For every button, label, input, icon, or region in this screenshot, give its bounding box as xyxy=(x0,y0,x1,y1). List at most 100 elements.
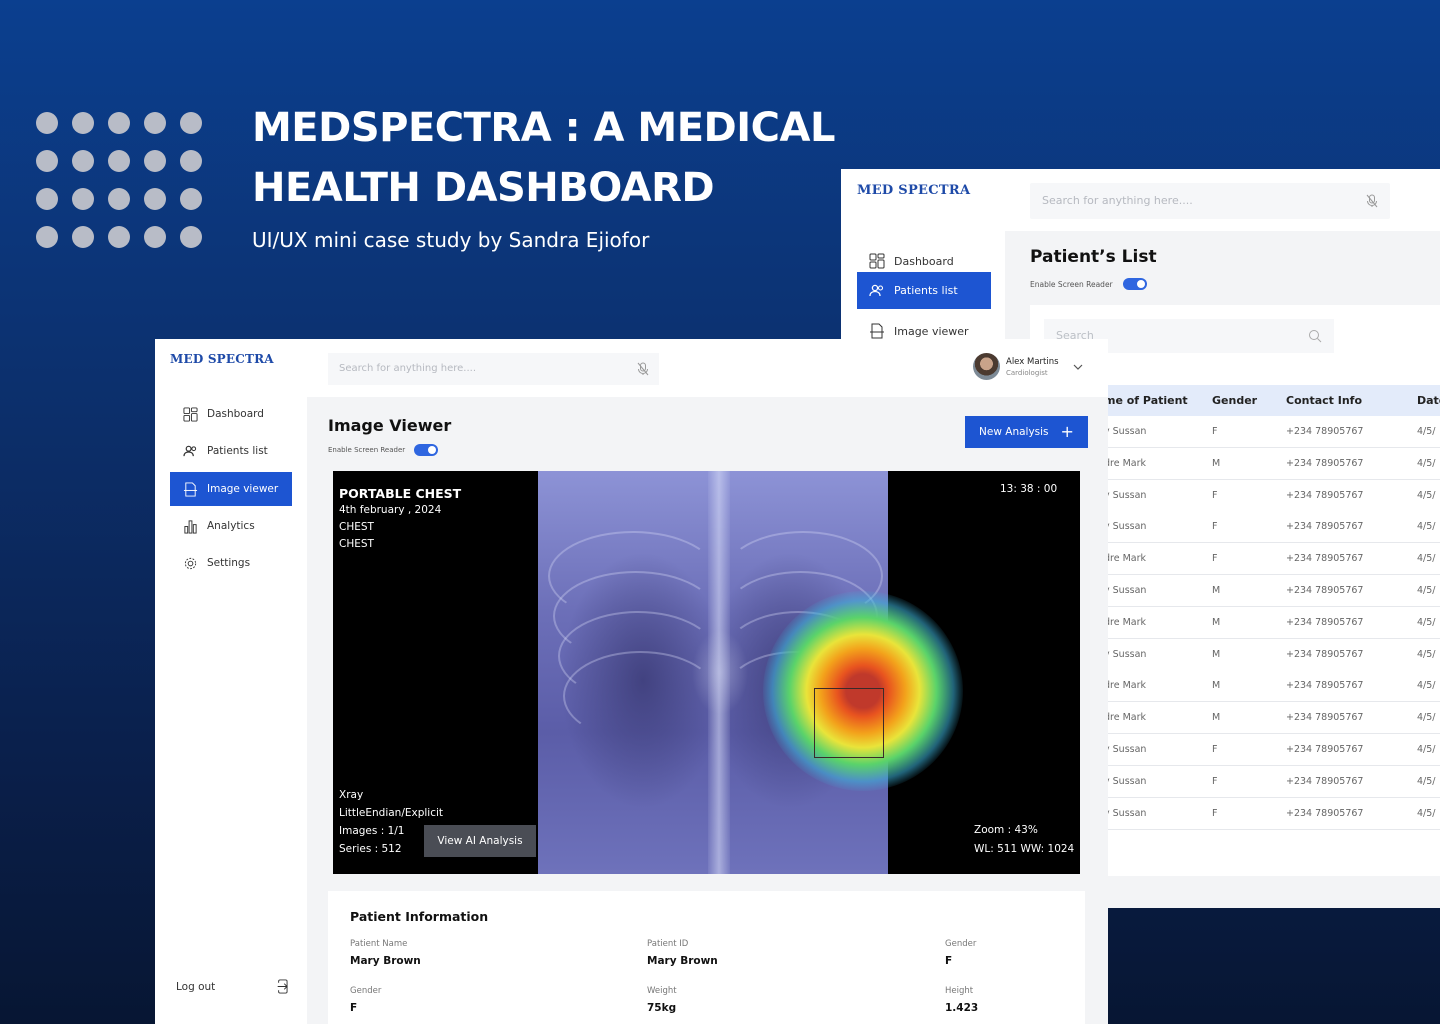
mic-off-icon[interactable] xyxy=(637,362,649,376)
gear-icon xyxy=(182,555,198,571)
image-doc-icon xyxy=(869,323,885,339)
table-cell: y Sussan xyxy=(1104,744,1147,755)
table-cell: 4/5/ xyxy=(1417,457,1436,469)
table-cell: +234 78905767 xyxy=(1286,553,1364,565)
table-cell: +234 78905767 xyxy=(1286,521,1364,533)
table-cell: M xyxy=(1212,680,1221,692)
table-cell: 4/5/ xyxy=(1417,521,1436,533)
table-cell: 4/5/ xyxy=(1417,807,1436,819)
body-part-line1: CHEST xyxy=(339,521,374,533)
sidebar-item-label: Image viewer xyxy=(894,324,969,338)
column-header: Contact Info xyxy=(1286,394,1363,407)
field-gender: Gender F xyxy=(945,939,976,967)
search-placeholder: Search for anything here.... xyxy=(1042,194,1193,207)
window-level: WL: 511 WW: 1024 xyxy=(974,843,1075,855)
hero-title-line1: MEDSPECTRA : A MEDICAL xyxy=(252,105,835,151)
screen-reader-toggle-row: Enable Screen Reader xyxy=(328,444,439,456)
sidebar-item-label: Settings xyxy=(207,557,251,569)
field-label: Gender xyxy=(350,986,382,996)
table-cell: y Sussan xyxy=(1104,775,1147,787)
table-cell: y Sussan xyxy=(1104,585,1147,596)
users-icon xyxy=(182,443,198,459)
image-doc-icon xyxy=(182,481,198,497)
dashboard-grid-icon xyxy=(182,406,198,422)
patient-information-card: Patient Information Patient Name Mary Br… xyxy=(328,891,1085,1024)
avatar xyxy=(973,353,1000,380)
table-cell: y Sussan xyxy=(1104,521,1147,533)
patient-info-heading: Patient Information xyxy=(350,909,489,924)
table-cell: +234 78905767 xyxy=(1286,775,1364,787)
column-header: Gender xyxy=(1212,394,1258,407)
sidebar-item-analytics[interactable]: Analytics xyxy=(170,509,292,543)
hero-title: MEDSPECTRA : A MEDICAL HEALTH DASHBOARD xyxy=(252,98,852,218)
field-label: Weight xyxy=(647,986,677,996)
app-logo: MED SPECTRA xyxy=(857,183,971,198)
table-cell: M xyxy=(1212,457,1221,469)
sidebar-item-dashboard[interactable]: Dashboard xyxy=(170,397,292,431)
dashboard-grid-icon xyxy=(869,253,885,269)
sidebar-item-settings[interactable]: Settings xyxy=(170,546,292,580)
table-cell: F xyxy=(1212,489,1218,501)
top-bar: MED SPECTRA Search for anything here....… xyxy=(155,339,1108,397)
table-cell: +234 78905767 xyxy=(1286,489,1364,501)
table-cell: 4/5/ xyxy=(1417,775,1436,787)
table-cell: +234 78905767 xyxy=(1286,616,1364,628)
study-info-bottom-right: Zoom : 43% WL: 511 WW: 1024 xyxy=(974,821,1074,859)
table-cell: F xyxy=(1212,521,1218,533)
logout-label: Log out xyxy=(176,980,216,993)
sidebar-item-label: Analytics xyxy=(207,520,255,532)
search-icon[interactable] xyxy=(1308,329,1322,343)
search-input[interactable]: Search for anything here.... xyxy=(1030,183,1390,219)
field-patient-id: Patient ID Mary Brown xyxy=(647,939,718,967)
new-analysis-button[interactable]: New Analysis + xyxy=(965,416,1088,448)
table-cell: 4/5/ xyxy=(1417,553,1436,565)
sidebar-item-label: Dashboard xyxy=(207,408,264,420)
table-cell: +234 78905767 xyxy=(1286,744,1364,755)
table-cell: F xyxy=(1212,744,1218,755)
search-placeholder: Search for anything here.... xyxy=(339,363,476,374)
table-cell: 4/5/ xyxy=(1417,680,1436,692)
screen-reader-toggle[interactable] xyxy=(414,444,439,456)
table-cell: M xyxy=(1212,648,1221,660)
sidebar-item-patients[interactable]: Patients list xyxy=(170,434,292,468)
zoom-level: Zoom : 43% xyxy=(974,824,1038,836)
region-of-interest-box[interactable] xyxy=(814,688,884,758)
sidebar-item-patients[interactable]: Patients list xyxy=(857,272,991,309)
screen-reader-label: Enable Screen Reader xyxy=(1030,279,1113,289)
dicom-image-viewer[interactable]: PORTABLE CHEST 4th february , 2024 CHEST… xyxy=(333,471,1080,874)
table-cell: M xyxy=(1212,585,1221,596)
users-icon xyxy=(869,283,885,299)
chevron-down-icon[interactable] xyxy=(1073,364,1083,370)
table-cell: F xyxy=(1212,807,1218,819)
study-date: 4th february , 2024 xyxy=(339,504,442,516)
table-cell: M xyxy=(1212,712,1221,724)
view-ai-analysis-button[interactable]: View AI Analysis xyxy=(424,825,536,857)
user-menu[interactable]: Alex Martins Cardiologist xyxy=(973,353,1083,380)
sidebar-item-image-viewer[interactable]: Image viewer xyxy=(170,472,292,506)
table-cell: F xyxy=(1212,553,1218,565)
user-role: Cardiologist xyxy=(1006,368,1048,377)
image-viewer-window: MED SPECTRA Search for anything here....… xyxy=(155,339,1108,1024)
table-cell: F xyxy=(1212,426,1218,437)
table-cell: dre Mark xyxy=(1104,712,1147,724)
new-analysis-label: New Analysis xyxy=(979,426,1049,438)
search-input[interactable]: Search for anything here.... xyxy=(328,353,659,385)
table-cell: M xyxy=(1212,616,1221,628)
table-cell: 4/5/ xyxy=(1417,616,1436,628)
screen-reader-toggle[interactable] xyxy=(1122,278,1147,290)
user-info: Alex Martins Cardiologist xyxy=(1006,357,1059,377)
table-cell: +234 78905767 xyxy=(1286,648,1364,660)
column-header: me of Patient xyxy=(1104,394,1188,407)
field-weight: Weight 75kg xyxy=(647,986,677,1014)
table-cell: y Sussan xyxy=(1104,807,1147,819)
table-cell: +234 78905767 xyxy=(1286,585,1364,596)
table-cell: +234 78905767 xyxy=(1286,712,1364,724)
field-label: Patient Name xyxy=(350,939,408,949)
modality: Xray xyxy=(339,789,364,801)
table-cell: dre Mark xyxy=(1104,680,1147,692)
field-label: Height xyxy=(945,986,974,996)
field-label: Patient ID xyxy=(647,939,689,949)
logout-button[interactable]: Log out xyxy=(176,979,288,994)
table-cell: dre Mark xyxy=(1104,553,1147,565)
mic-off-icon[interactable] xyxy=(1366,194,1378,208)
